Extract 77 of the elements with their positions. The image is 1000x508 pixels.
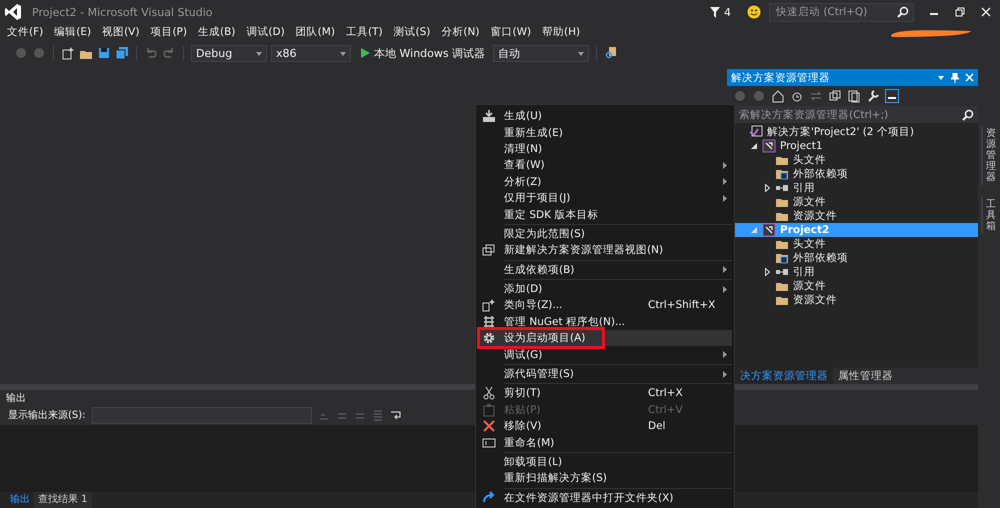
package-icon bbox=[482, 314, 496, 329]
remove-icon bbox=[482, 419, 496, 434]
panel-title: 输出 bbox=[6, 392, 26, 404]
panel-title: 解决方案资源管理器 bbox=[731, 70, 831, 84]
folder-icon bbox=[775, 167, 789, 181]
panel-tab[interactable]: 查找结果 1 bbox=[34, 492, 92, 508]
redo-icon[interactable] bbox=[162, 46, 176, 60]
collapse-all-icon[interactable] bbox=[828, 89, 842, 103]
menu-item[interactable]: 在文件资源管理器中打开文件夹(X) bbox=[478, 490, 732, 506]
menu-item[interactable]: 管理 NuGet 程序包(N)... bbox=[478, 314, 732, 330]
menu-item[interactable]: 工具(T) bbox=[340, 25, 389, 39]
quick-launch-field[interactable]: 快速启动 (Ctrl+Q) bbox=[769, 2, 914, 22]
list-icon[interactable] bbox=[372, 409, 384, 421]
menu-item[interactable]: 帮助(H) bbox=[537, 25, 586, 39]
search-icon[interactable] bbox=[962, 108, 974, 120]
notification-button[interactable]: 4 bbox=[710, 6, 731, 18]
side-tab[interactable]: 资源管理器 bbox=[981, 126, 999, 185]
menu-item[interactable]: 卸载项目(L) bbox=[478, 454, 732, 470]
show-all-files-icon[interactable] bbox=[847, 89, 861, 103]
save-all-icon[interactable] bbox=[115, 46, 129, 60]
open-arrow-icon bbox=[482, 490, 496, 505]
menu-item[interactable]: 设为启动项目(A) bbox=[478, 330, 732, 346]
wizard-icon bbox=[482, 298, 496, 312]
collapsed-arrow-icon[interactable] bbox=[764, 268, 770, 276]
folder-icon bbox=[775, 251, 789, 265]
menu-item[interactable]: 分析(N) bbox=[436, 25, 486, 39]
pin-icon[interactable] bbox=[951, 72, 959, 82]
menu-item[interactable]: 剪切(T) Ctrl+X bbox=[478, 385, 732, 402]
solution-icon bbox=[749, 125, 763, 139]
word-wrap-icon[interactable] bbox=[390, 409, 402, 421]
menu-item[interactable]: 调试(D) bbox=[241, 25, 291, 39]
home-icon[interactable] bbox=[771, 89, 785, 103]
menu-item[interactable]: 源代码管理(S) bbox=[478, 366, 732, 382]
save-icon[interactable] bbox=[97, 46, 111, 60]
dropdown-icon[interactable] bbox=[937, 74, 945, 82]
menu-item[interactable]: 窗口(W) bbox=[485, 25, 538, 39]
window-title: Project2 - Microsoft Visual Studio bbox=[32, 6, 213, 18]
collapsed-arrow-icon[interactable] bbox=[764, 184, 770, 192]
preview-icon[interactable] bbox=[885, 89, 899, 103]
target-dropdown[interactable]: 自动 bbox=[493, 44, 590, 62]
search-icon[interactable] bbox=[897, 6, 909, 18]
menu-item[interactable]: 生成(B) bbox=[192, 25, 242, 39]
expanded-arrow-icon[interactable] bbox=[751, 143, 757, 149]
scissors-icon bbox=[482, 386, 496, 400]
menu-item[interactable]: 团队(M) bbox=[290, 25, 341, 39]
find-in-files-icon[interactable] bbox=[604, 46, 618, 60]
windows-icon bbox=[482, 243, 496, 258]
new-project-icon[interactable] bbox=[61, 46, 75, 60]
menu-item[interactable]: 重新扫描解决方案(S) bbox=[478, 470, 732, 487]
menu-item[interactable]: 重命名(M) bbox=[478, 434, 732, 451]
side-tab[interactable]: 工具箱 bbox=[981, 197, 999, 234]
clipboard-icon bbox=[482, 402, 496, 417]
project-icon bbox=[762, 223, 776, 237]
start-debugger-button[interactable]: 本地 Windows 调试器 bbox=[361, 46, 486, 60]
build-icon bbox=[482, 109, 496, 124]
gear-icon bbox=[482, 331, 496, 346]
menu-item[interactable]: 调试(G) bbox=[478, 346, 732, 363]
menu-item[interactable]: 测试(S) bbox=[388, 25, 436, 39]
configuration-dropdown[interactable]: Debug bbox=[191, 44, 267, 62]
panel-tab[interactable]: 决方案资源管理器 bbox=[735, 368, 833, 384]
menu-item: 粘贴(P) Ctrl+V bbox=[478, 402, 732, 418]
menu-item[interactable]: 移除(V) Del bbox=[478, 418, 732, 434]
field-label: 显示输出来源(S): bbox=[8, 408, 86, 422]
sync-icon[interactable] bbox=[809, 89, 823, 103]
visual-studio-logo bbox=[4, 3, 22, 21]
platform-dropdown[interactable]: x86 bbox=[271, 44, 351, 62]
menu-item[interactable]: 视图(V) bbox=[97, 25, 146, 39]
play-icon bbox=[361, 48, 370, 58]
smiley-icon[interactable] bbox=[747, 5, 761, 19]
menu-item[interactable]: 文件(F) bbox=[2, 25, 50, 39]
wrench-icon[interactable] bbox=[866, 89, 880, 103]
menu-item[interactable]: 项目(P) bbox=[145, 25, 193, 39]
menu-item[interactable]: 编辑(E) bbox=[49, 25, 98, 39]
project-icon bbox=[762, 139, 776, 153]
panel-tab[interactable]: 属性管理器 bbox=[833, 368, 898, 384]
rename-icon bbox=[482, 436, 496, 450]
close-icon[interactable] bbox=[965, 73, 974, 82]
